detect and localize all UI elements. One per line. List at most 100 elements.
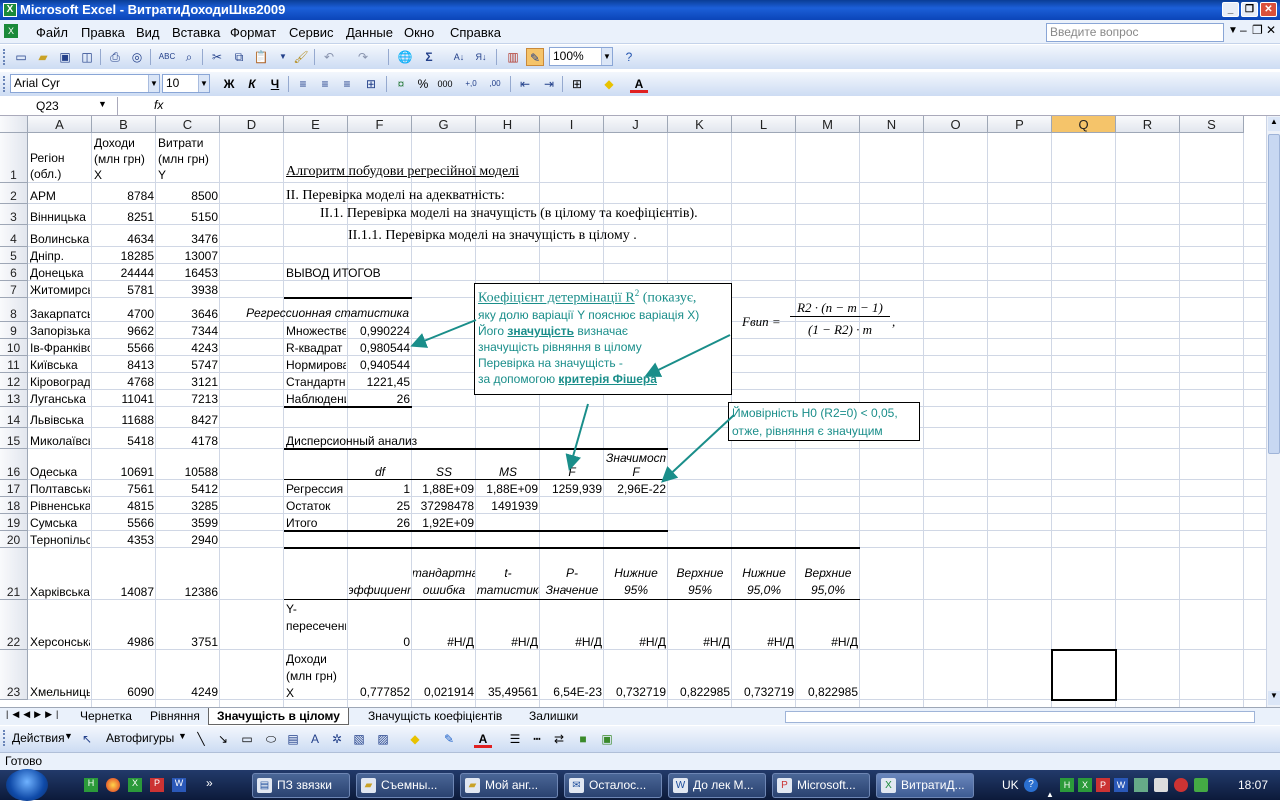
antivirus-icon[interactable] xyxy=(1174,778,1188,792)
autoshapes-button[interactable]: Автофигуры xyxy=(106,731,174,745)
bold-button[interactable]: Ж xyxy=(220,75,238,93)
region-name[interactable]: Рівненська xyxy=(30,499,90,513)
coef-value[interactable]: #Н/Д xyxy=(798,635,858,649)
cut-icon[interactable]: ✂ xyxy=(208,48,226,66)
coef-header[interactable]: Нижние 95% xyxy=(605,549,667,599)
rectangle-icon[interactable]: ▭ xyxy=(238,730,256,748)
redo-icon[interactable]: ↷ xyxy=(354,48,372,66)
income-value[interactable]: 8413 xyxy=(94,358,154,372)
anova-sigf[interactable]: 2,96E-22 xyxy=(606,482,666,496)
region-name[interactable]: Житомирська xyxy=(30,283,90,297)
anova-header-f[interactable]: F xyxy=(542,465,602,479)
region-name[interactable]: Закарпатська xyxy=(30,307,90,321)
tab-znachushchist-v-tsilomu[interactable]: Значущість в цілому xyxy=(208,708,349,725)
draw-actions-button[interactable]: Действия xyxy=(12,731,65,745)
help-search-input[interactable]: Введите вопрос xyxy=(1046,23,1224,42)
expense-value[interactable]: 3646 xyxy=(158,307,218,321)
active-cell-q23[interactable] xyxy=(1051,649,1117,701)
income-value[interactable]: 14087 xyxy=(94,585,154,599)
region-name[interactable]: Волинська xyxy=(30,232,90,246)
oval-icon[interactable]: ⬭ xyxy=(262,730,280,748)
row-header-22[interactable]: 22 xyxy=(0,600,28,650)
row-header-15[interactable]: 15 xyxy=(0,428,28,449)
stat-label[interactable]: Множественный R xyxy=(286,324,346,338)
header-expense[interactable]: Витрати (млн грн) Y xyxy=(158,135,218,183)
tray-expand-icon[interactable]: ▲ xyxy=(1046,780,1054,810)
header-region[interactable]: Регіон (обл.) xyxy=(30,150,90,182)
line-icon[interactable]: ╲ xyxy=(192,730,210,748)
open-icon[interactable]: ▰ xyxy=(34,48,52,66)
expense-value[interactable]: 7344 xyxy=(158,324,218,338)
coef-value[interactable]: 0,777852 xyxy=(350,685,410,699)
save-icon[interactable]: ▣ xyxy=(56,48,74,66)
coef-value[interactable]: 35,49561 xyxy=(478,685,538,699)
column-header-c[interactable]: C xyxy=(156,116,220,133)
anova-row-label[interactable]: Остаток xyxy=(286,499,346,513)
doc-restore-button[interactable]: ❐ xyxy=(1252,23,1263,37)
permission-icon[interactable]: ◫ xyxy=(78,48,96,66)
clipart-icon[interactable]: ▧ xyxy=(350,730,368,748)
income-value[interactable]: 4634 xyxy=(94,232,154,246)
row-header-18[interactable]: 18 xyxy=(0,497,28,514)
column-header-n[interactable]: N xyxy=(860,116,924,133)
menu-view[interactable]: Вид xyxy=(136,25,160,40)
stat-value[interactable]: 1221,45 xyxy=(350,375,410,389)
menu-file[interactable]: Файл xyxy=(36,25,68,40)
anova-df[interactable]: 1 xyxy=(350,482,410,496)
word-launch-icon[interactable]: W xyxy=(172,778,186,792)
anova-row-label[interactable]: Регрессия xyxy=(286,482,346,496)
expense-value[interactable]: 3751 xyxy=(158,635,218,649)
tray-app3-icon[interactable]: P xyxy=(1096,778,1110,792)
help-tray-icon[interactable]: ? xyxy=(1024,778,1038,792)
header-income[interactable]: Доходи (млн грн) X xyxy=(94,135,154,183)
column-header-o[interactable]: O xyxy=(924,116,988,133)
row-header-4[interactable]: 4 xyxy=(0,225,28,247)
volume-icon[interactable] xyxy=(1154,778,1168,792)
italic-button[interactable]: К xyxy=(243,75,261,93)
font-color-icon[interactable]: A xyxy=(630,75,648,93)
coef-row-label[interactable]: Доходи (млн грн) X xyxy=(286,651,346,699)
chart-wizard-icon[interactable]: ▥ xyxy=(504,48,522,66)
coef-value[interactable]: #Н/Д xyxy=(542,635,602,649)
stat-value[interactable]: 26 xyxy=(350,392,410,406)
tray-app2-icon[interactable]: X xyxy=(1078,778,1092,792)
anova-header-df[interactable]: df xyxy=(350,465,410,479)
column-header-j[interactable]: J xyxy=(604,116,668,133)
anova-header-sigf[interactable]: Значимость F xyxy=(606,451,666,479)
menu-data[interactable]: Данные xyxy=(346,25,393,40)
row-header-13[interactable]: 13 xyxy=(0,390,28,407)
row-header-9[interactable]: 9 xyxy=(0,322,28,339)
expense-value[interactable]: 5412 xyxy=(158,482,218,496)
print-preview-icon[interactable]: ◎ xyxy=(128,48,146,66)
column-header-b[interactable]: B xyxy=(92,116,156,133)
row-header-5[interactable]: 5 xyxy=(0,247,28,264)
paste-icon[interactable]: 📋 xyxy=(252,48,270,66)
expense-value[interactable]: 16453 xyxy=(158,266,218,280)
battery-icon[interactable] xyxy=(1194,778,1208,792)
income-value[interactable]: 11688 xyxy=(94,413,154,427)
font-size-combo[interactable]: 10 ▼ xyxy=(162,74,210,93)
income-value[interactable]: 11041 xyxy=(94,392,154,406)
anova-ss[interactable]: 37298478 xyxy=(414,499,474,513)
anova-ms[interactable]: 1491939 xyxy=(478,499,538,513)
row-header-17[interactable]: 17 xyxy=(0,480,28,497)
picture-icon[interactable]: ▨ xyxy=(374,730,392,748)
income-value[interactable]: 4768 xyxy=(94,375,154,389)
coef-value[interactable]: #Н/Д xyxy=(734,635,794,649)
expense-value[interactable]: 4243 xyxy=(158,341,218,355)
coef-header[interactable]: Нижние 95,0% xyxy=(733,549,795,599)
line-style-icon[interactable]: ☰ xyxy=(506,730,524,748)
heading-section21[interactable]: ІІ.1. Перевірка моделі на значущість (в … xyxy=(320,207,800,221)
minimize-button[interactable]: _ xyxy=(1222,2,1239,17)
income-value[interactable]: 18285 xyxy=(94,249,154,263)
anova-header-ss[interactable]: SS xyxy=(414,465,474,479)
coef-value[interactable]: 6,54E-23 xyxy=(542,685,602,699)
anova-ss[interactable]: 1,88E+09 xyxy=(414,482,474,496)
scroll-up-icon[interactable]: ▲ xyxy=(1268,117,1280,131)
reg-stats-title[interactable]: Регрессионная статистика xyxy=(223,306,409,320)
decrease-decimal-icon[interactable]: ,00 xyxy=(486,75,504,93)
menu-insert[interactable]: Вставка xyxy=(172,25,220,40)
print-icon[interactable]: ⎙ xyxy=(106,48,124,66)
expense-value[interactable]: 5747 xyxy=(158,358,218,372)
region-name[interactable]: Сумська xyxy=(30,516,90,530)
